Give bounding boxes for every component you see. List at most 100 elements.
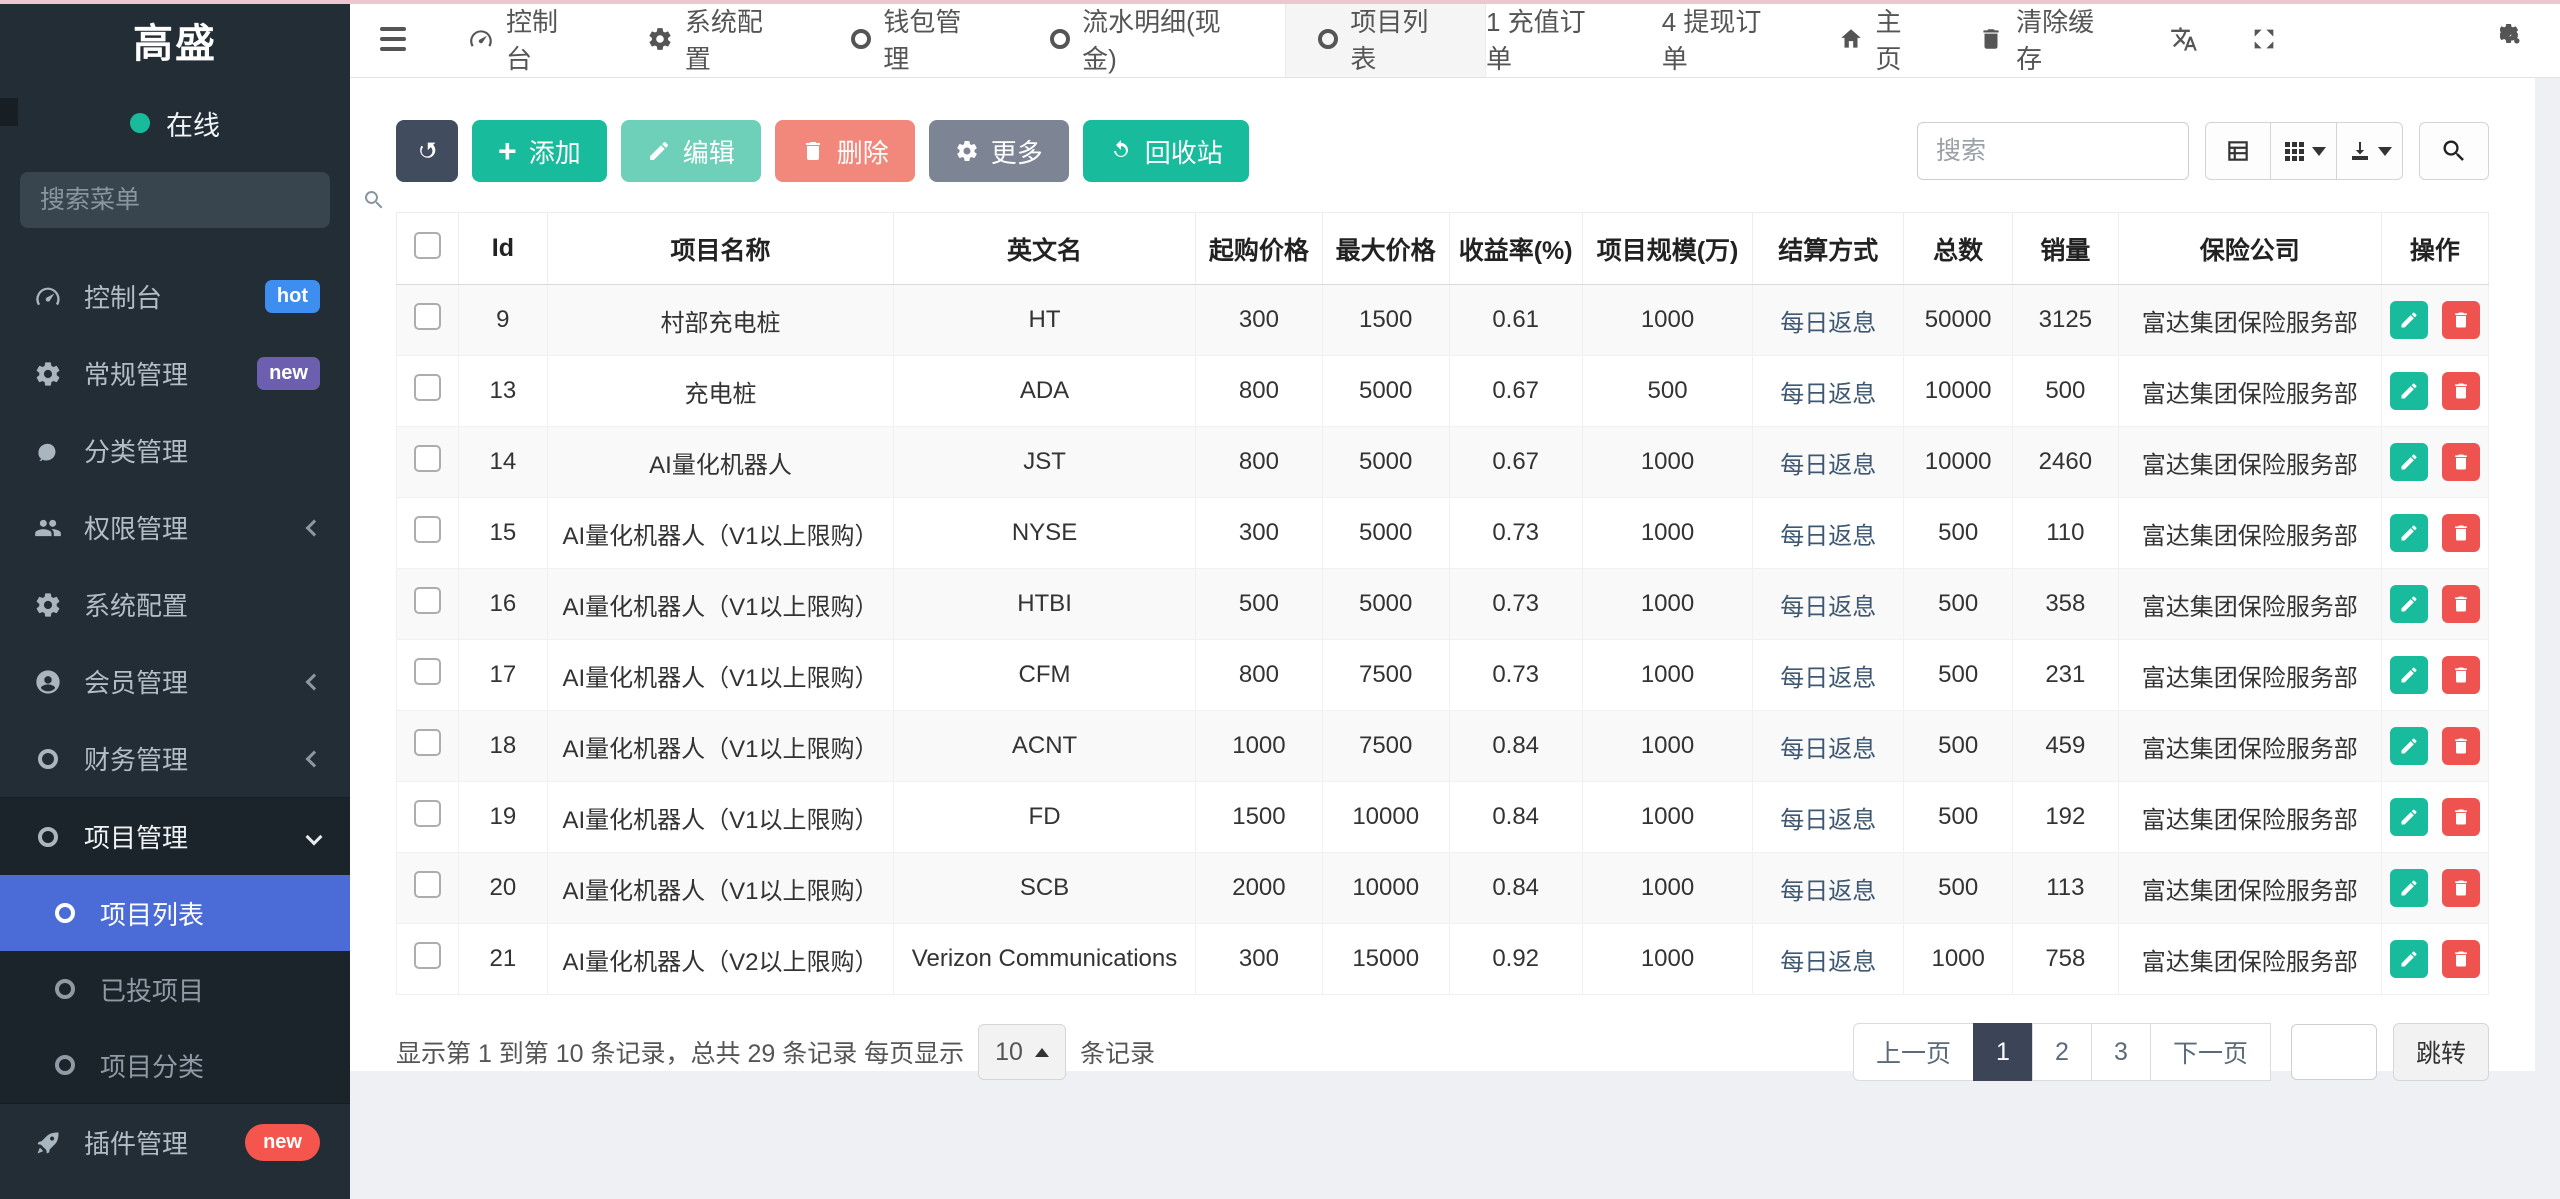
next-page-button[interactable]: 下一页 (2150, 1023, 2271, 1081)
sidebar-item-project-categories[interactable]: 项目分类 (0, 1027, 350, 1103)
delete-row-button[interactable] (2442, 514, 2480, 552)
column-header[interactable]: 项目规模(万) (1582, 213, 1752, 285)
edit-button[interactable]: 编辑 (621, 120, 761, 182)
prev-page-button[interactable]: 上一页 (1853, 1023, 1974, 1081)
tab-cash-flow[interactable]: 流水明细(现金) (1018, 0, 1285, 77)
cell-settle: 每日返息 (1753, 782, 1904, 853)
withdraw-orders-link[interactable]: 4 提现订单 (1662, 2, 1786, 76)
table-search-input[interactable] (1917, 122, 2189, 180)
recycle-bin-button[interactable]: 回收站 (1083, 120, 1249, 182)
translate-icon[interactable] (2170, 25, 2198, 53)
column-header[interactable]: 操作 (2381, 213, 2488, 285)
fullscreen-icon[interactable] (2250, 25, 2278, 53)
sidebar-item-permissions[interactable]: 权限管理 (0, 489, 350, 566)
edit-row-button[interactable] (2390, 869, 2428, 907)
edit-row-button[interactable] (2390, 301, 2428, 339)
edit-row-button[interactable] (2390, 443, 2428, 481)
recharge-orders-link[interactable]: 1 充值订单 (1486, 2, 1610, 76)
sidebar-notch (0, 98, 18, 126)
list-view-icon[interactable] (2205, 122, 2271, 180)
search-icon (2440, 137, 2468, 165)
sidebar-item-finance[interactable]: 财务管理 (0, 720, 350, 797)
edit-row-button[interactable] (2390, 798, 2428, 836)
sidebar-item-invested-projects[interactable]: 已投项目 (0, 951, 350, 1027)
columns-toggle-icon[interactable] (2271, 122, 2337, 180)
column-header[interactable]: Id (458, 213, 547, 285)
edit-row-button[interactable] (2390, 372, 2428, 410)
edit-row-button[interactable] (2390, 514, 2428, 552)
row-checkbox[interactable] (414, 516, 441, 543)
delete-row-button[interactable] (2442, 443, 2480, 481)
column-header[interactable]: 最大价格 (1322, 213, 1449, 285)
circle-icon (1318, 29, 1338, 49)
jump-button[interactable]: 跳转 (2393, 1023, 2489, 1081)
sidebar-search-input[interactable] (40, 186, 362, 215)
row-checkbox[interactable] (414, 729, 441, 756)
tab-wallet[interactable]: 钱包管理 (819, 0, 1018, 77)
clear-cache-link[interactable]: 清除缓存 (1978, 2, 2118, 76)
edit-row-button[interactable] (2390, 656, 2428, 694)
sidebar-search[interactable] (20, 172, 330, 228)
delete-row-button[interactable] (2442, 656, 2480, 694)
delete-row-button[interactable] (2442, 585, 2480, 623)
sidebar-item-general[interactable]: 常规管理 new (0, 335, 350, 412)
delete-row-button[interactable] (2442, 301, 2480, 339)
edit-row-button[interactable] (2390, 585, 2428, 623)
sidebar-item-category[interactable]: 分类管理 (0, 412, 350, 489)
tab-system-config[interactable]: 系统配置 (615, 0, 820, 77)
chevron-left-icon (306, 519, 323, 536)
column-header[interactable]: 总数 (1904, 213, 2013, 285)
column-header[interactable]: 英文名 (894, 213, 1196, 285)
sidebar-item-system-config[interactable]: 系统配置 (0, 566, 350, 643)
delete-row-button[interactable] (2442, 940, 2480, 978)
sidebar-item-project-list[interactable]: 项目列表 (0, 875, 350, 951)
cell-id: 20 (458, 853, 547, 924)
more-button[interactable]: 更多 (929, 120, 1069, 182)
delete-row-button[interactable] (2442, 798, 2480, 836)
delete-row-button[interactable] (2442, 727, 2480, 765)
row-checkbox[interactable] (414, 303, 441, 330)
column-header[interactable]: 销量 (2013, 213, 2119, 285)
cell-total: 1000 (1904, 924, 2013, 995)
column-header[interactable]: 项目名称 (548, 213, 894, 285)
cell-total: 50000 (1904, 285, 2013, 356)
tab-project-list[interactable]: 项目列表 (1285, 0, 1486, 77)
row-checkbox[interactable] (414, 871, 441, 898)
column-header[interactable]: 保险公司 (2118, 213, 2381, 285)
search-submit-button[interactable] (2419, 122, 2489, 180)
column-header[interactable]: 结算方式 (1753, 213, 1904, 285)
row-checkbox[interactable] (414, 658, 441, 685)
page-button-3[interactable]: 3 (2091, 1023, 2151, 1081)
page-size-select[interactable]: 10 (978, 1024, 1066, 1080)
page-button-2[interactable]: 2 (2032, 1023, 2092, 1081)
select-all-checkbox[interactable] (414, 232, 441, 259)
sidebar-item-projects[interactable]: 项目管理 (0, 798, 350, 875)
project-menu-group: 项目管理 项目列表 已投项目 项目分类 (0, 797, 350, 1104)
row-checkbox[interactable] (414, 942, 441, 969)
delete-row-button[interactable] (2442, 372, 2480, 410)
edit-row-button[interactable] (2390, 727, 2428, 765)
sidebar-item-plugins[interactable]: 插件管理 new (0, 1104, 350, 1181)
cell-settle: 每日返息 (1753, 356, 1904, 427)
column-header[interactable]: 起购价格 (1196, 213, 1323, 285)
tab-console[interactable]: 控制台 (436, 0, 615, 77)
row-checkbox[interactable] (414, 374, 441, 401)
sidebar-item-console[interactable]: 控制台 hot (0, 258, 350, 335)
export-icon[interactable] (2337, 122, 2403, 180)
refresh-button[interactable] (396, 120, 458, 182)
cell-settle: 每日返息 (1753, 427, 1904, 498)
home-link[interactable]: 主页 (1838, 2, 1927, 76)
delete-row-button[interactable] (2442, 869, 2480, 907)
jump-page-input[interactable] (2291, 1024, 2377, 1080)
row-checkbox[interactable] (414, 587, 441, 614)
add-button[interactable]: + 添加 (472, 120, 607, 182)
page-button-1[interactable]: 1 (1973, 1023, 2033, 1081)
settings-gears-icon[interactable] (2500, 24, 2530, 54)
menu-toggle-icon[interactable] (350, 0, 436, 77)
delete-button[interactable]: 删除 (775, 120, 915, 182)
column-header[interactable]: 收益率(%) (1449, 213, 1582, 285)
sidebar-item-members[interactable]: 会员管理 (0, 643, 350, 720)
edit-row-button[interactable] (2390, 940, 2428, 978)
row-checkbox[interactable] (414, 800, 441, 827)
row-checkbox[interactable] (414, 445, 441, 472)
